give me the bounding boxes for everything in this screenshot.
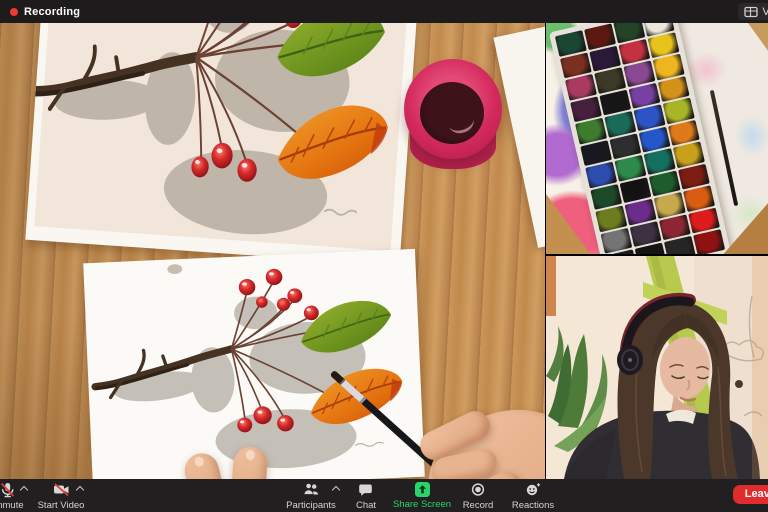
water-cup xyxy=(404,59,502,173)
work-in-progress-painting xyxy=(83,249,425,479)
paint-pan xyxy=(555,30,587,56)
recording-label: Recording xyxy=(24,6,80,18)
gallery-view-icon xyxy=(744,4,758,20)
reactions-button[interactable]: Reactions xyxy=(508,482,558,511)
share-screen-label: Share Screen xyxy=(393,499,451,510)
video-off-icon xyxy=(53,482,70,498)
reference-painting xyxy=(25,23,419,266)
share-screen-button[interactable]: Share Screen xyxy=(392,482,452,510)
leave-button[interactable]: Leave xyxy=(733,485,768,504)
record-icon xyxy=(470,482,486,498)
meeting-toolbar: Unmute Start Video Participants xyxy=(0,479,768,512)
video-tile-palette-cam[interactable] xyxy=(546,23,768,254)
fingernail xyxy=(245,450,255,461)
reactions-smiley-icon xyxy=(525,482,542,498)
participants-icon xyxy=(303,482,320,498)
reactions-label: Reactions xyxy=(512,500,554,511)
share-screen-icon xyxy=(415,482,430,497)
work-in-progress-paper xyxy=(83,249,425,479)
microphone-muted-icon xyxy=(0,482,16,498)
paint-pan xyxy=(584,23,616,49)
recording-dot-icon xyxy=(10,8,18,16)
reference-painting-paper xyxy=(25,23,419,266)
main-video-tile[interactable] xyxy=(0,23,545,479)
participants-button[interactable]: Participants xyxy=(282,482,340,511)
participants-label: Participants xyxy=(286,500,336,511)
chat-label: Chat xyxy=(356,500,376,511)
start-video-label: Start Video xyxy=(38,500,85,511)
top-bar: Recording View xyxy=(0,0,768,23)
fingernail xyxy=(194,456,205,468)
record-label: Record xyxy=(463,500,494,511)
view-label: View xyxy=(762,6,768,18)
start-video-button[interactable]: Start Video xyxy=(38,482,84,511)
video-tile-participant-cam[interactable] xyxy=(546,256,768,479)
chat-icon xyxy=(358,482,374,498)
zoom-window: Recording View xyxy=(0,0,768,512)
view-button[interactable]: View xyxy=(738,3,768,20)
recording-indicator: Recording xyxy=(10,0,80,23)
unmute-label: Unmute xyxy=(0,500,24,511)
participant-scene xyxy=(546,256,768,479)
chat-button[interactable]: Chat xyxy=(348,482,384,511)
record-button[interactable]: Record xyxy=(456,482,500,511)
paint-pan xyxy=(693,230,725,254)
